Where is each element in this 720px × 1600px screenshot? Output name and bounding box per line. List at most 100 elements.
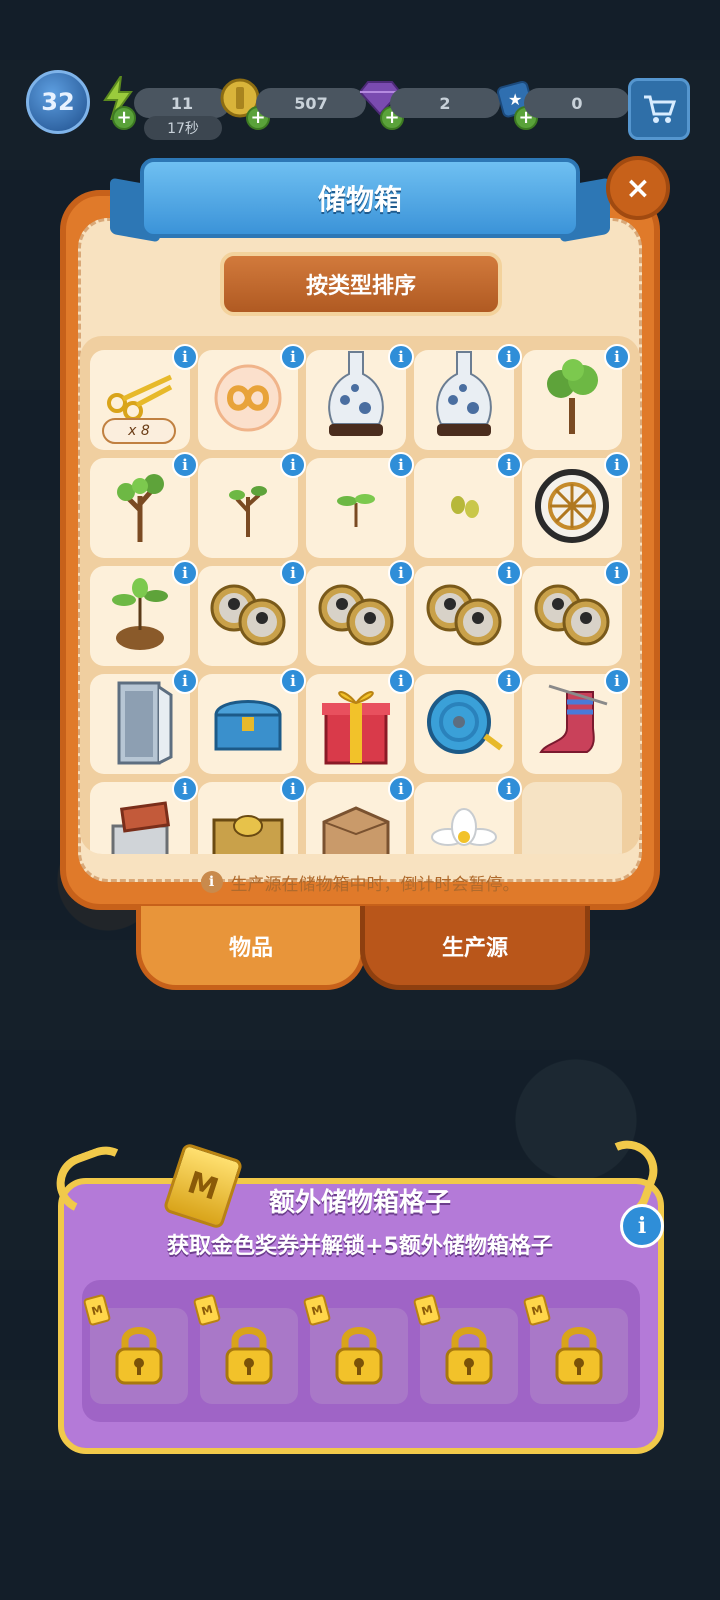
item-info-button[interactable]: i xyxy=(280,776,306,802)
item-info-button[interactable]: i xyxy=(604,560,630,586)
blue-chest-icon xyxy=(208,687,288,761)
photo-locket-icon xyxy=(314,576,398,656)
infinity-orb-icon xyxy=(213,363,283,437)
water-lily-icon xyxy=(424,805,504,854)
cabinet-icon xyxy=(105,677,175,771)
storage-slot[interactable]: i xyxy=(306,344,414,452)
small-tree-icon xyxy=(223,471,273,545)
potted-plant-icon xyxy=(100,574,180,658)
pause-note-text: 生产源在储物箱中时，倒计时会暂停。 xyxy=(230,874,520,895)
photo-locket-icon xyxy=(422,576,506,656)
photo-locket-icon xyxy=(530,576,614,656)
storage-slot[interactable]: i xyxy=(306,560,414,666)
medium-tree-icon xyxy=(110,466,170,550)
add-energy-button[interactable]: + xyxy=(112,106,136,130)
storage-slot[interactable]: i xyxy=(522,668,630,774)
item-info-button[interactable]: i xyxy=(388,560,414,586)
storage-slot[interactable]: i xyxy=(90,668,198,774)
item-info-button[interactable]: i xyxy=(280,452,306,478)
locked-extra-slot[interactable]: M xyxy=(522,1293,628,1404)
item-info-button[interactable]: i xyxy=(496,560,522,586)
storage-slot[interactable]: i x 8 xyxy=(90,344,198,450)
storage-grid: i x 8 i i i i i i i i i i i i i i i i i i i i i i i xyxy=(80,336,640,854)
storage-slot[interactable]: i xyxy=(414,452,522,558)
item-info-button[interactable]: i xyxy=(496,452,522,478)
locked-extra-slot[interactable]: M xyxy=(82,1293,188,1404)
padlock-icon xyxy=(441,1321,497,1391)
storage-slot[interactable]: i xyxy=(198,452,306,558)
energy-count: 11 xyxy=(134,88,230,118)
item-info-button[interactable]: i xyxy=(388,452,414,478)
pause-note: i 生产源在储物箱中时，倒计时会暂停。 xyxy=(80,866,640,898)
item-info-button[interactable]: i xyxy=(604,452,630,478)
gem-count: 2 xyxy=(390,88,500,118)
large-tree-icon xyxy=(537,358,607,442)
item-info-button[interactable]: i xyxy=(388,776,414,802)
item-info-button[interactable]: i xyxy=(280,560,306,586)
storage-slot[interactable]: i xyxy=(198,776,306,854)
cart-icon xyxy=(644,95,676,123)
storage-slot[interactable]: i xyxy=(414,668,522,774)
storage-slot[interactable]: i xyxy=(306,776,414,854)
item-info-button[interactable]: i xyxy=(280,668,306,694)
item-info-button[interactable]: i xyxy=(172,452,198,478)
toolbox-icon xyxy=(105,800,175,854)
tab-items[interactable]: 物品 xyxy=(136,906,366,990)
item-info-button[interactable]: i xyxy=(388,668,414,694)
storage-slot[interactable]: i xyxy=(414,776,522,854)
locked-extra-slot[interactable]: M xyxy=(302,1293,408,1404)
padlock-icon xyxy=(221,1321,277,1391)
storage-slot[interactable]: i xyxy=(522,560,630,666)
storage-slot[interactable]: i xyxy=(414,344,522,452)
sort-by-type-button[interactable]: 按类型排序 xyxy=(220,252,502,316)
storage-slot[interactable]: i xyxy=(306,452,414,558)
extra-slots-title: 额外储物箱格子 xyxy=(268,1188,451,1218)
locked-extra-slot[interactable]: M xyxy=(192,1293,298,1404)
item-info-button[interactable]: i xyxy=(496,344,522,370)
blue-white-vase-icon xyxy=(429,348,499,452)
storage-slot[interactable]: i xyxy=(90,560,198,666)
locked-extra-slot[interactable]: M xyxy=(412,1293,518,1404)
item-info-button[interactable]: i xyxy=(604,344,630,370)
energy-timer: 17秒 xyxy=(144,116,222,140)
storage-slot[interactable]: i xyxy=(90,452,198,558)
sprout-icon xyxy=(331,481,381,535)
storage-slot[interactable]: i xyxy=(198,344,306,450)
item-info-button[interactable]: i xyxy=(172,344,198,370)
wagon-wheel-icon xyxy=(532,466,612,550)
star-count: 0 xyxy=(524,88,630,118)
blue-white-vase-icon xyxy=(321,348,391,452)
storage-slot[interactable]: i xyxy=(90,776,198,854)
storage-slot[interactable]: i xyxy=(198,560,306,666)
padlock-icon xyxy=(331,1321,387,1391)
padlock-icon xyxy=(111,1321,167,1391)
item-info-button[interactable]: i xyxy=(496,776,522,802)
storage-slot-empty[interactable] xyxy=(522,782,622,854)
tab-producers[interactable]: 生产源 xyxy=(360,906,590,990)
hose-reel-icon xyxy=(419,682,509,766)
storage-slot[interactable]: i xyxy=(198,668,306,774)
player-level-badge[interactable]: 32 xyxy=(26,70,90,134)
item-info-button[interactable]: i xyxy=(280,344,306,370)
storage-slot[interactable]: i xyxy=(522,344,630,450)
padlock-icon xyxy=(551,1321,607,1391)
item-info-button[interactable]: i xyxy=(604,668,630,694)
extra-slots-subtitle: 获取金色奖券并解锁+5额外储物箱格子 xyxy=(167,1234,553,1259)
extra-slots-info-button[interactable]: i xyxy=(620,1204,664,1248)
storage-slot[interactable]: i xyxy=(522,452,630,558)
item-info-button[interactable]: i xyxy=(172,668,198,694)
close-button[interactable]: × xyxy=(606,156,670,220)
shop-cart-button[interactable] xyxy=(628,78,690,140)
storage-slot[interactable]: i xyxy=(306,668,414,774)
item-info-button[interactable]: i xyxy=(172,776,198,802)
dialog-title: 储物箱 xyxy=(140,158,580,238)
item-info-button[interactable]: i xyxy=(172,560,198,586)
info-icon: i xyxy=(200,871,223,893)
gold-chest-icon xyxy=(208,800,288,854)
gift-box-icon xyxy=(316,677,396,771)
resource-bar: 32 + 11 17秒 + 507 + 2 ★ + 0 xyxy=(20,70,700,140)
storage-slot[interactable]: i xyxy=(414,560,522,666)
item-info-button[interactable]: i xyxy=(388,344,414,370)
coin-count: 507 xyxy=(256,88,366,118)
item-info-button[interactable]: i xyxy=(496,668,522,694)
